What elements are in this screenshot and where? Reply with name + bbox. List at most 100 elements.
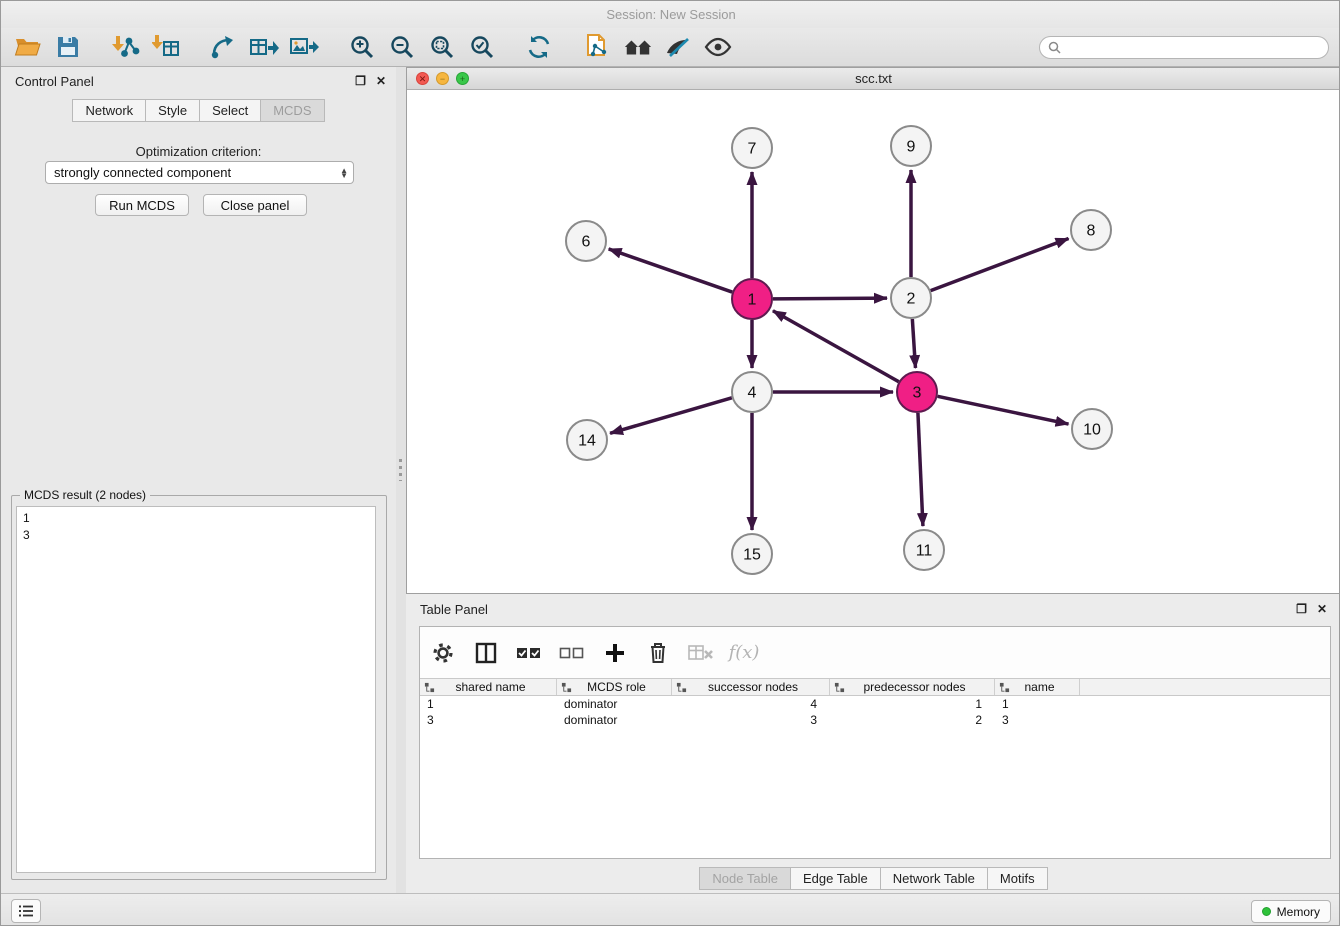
edge-3-11[interactable] <box>918 413 923 526</box>
tab-select[interactable]: Select <box>200 99 261 122</box>
node-label-8: 8 <box>1087 223 1096 240</box>
zoom-selected-icon[interactable] <box>467 32 497 62</box>
task-history-button[interactable] <box>11 899 41 923</box>
chevron-updown-icon: ▲▼ <box>340 168 348 178</box>
export-image-icon[interactable] <box>289 32 319 62</box>
memory-button[interactable]: Memory <box>1251 900 1331 923</box>
import-table-icon[interactable] <box>151 32 181 62</box>
tab-network-table[interactable]: Network Table <box>881 867 988 890</box>
control-panel-tabs: Network Style Select MCDS <box>1 99 396 122</box>
network-view-window: scc.txt ✕ − + 7968124310141511 <box>406 67 1340 594</box>
window-title: Session: New Session <box>606 7 735 22</box>
zoom-fit-icon[interactable] <box>427 32 457 62</box>
node-label-1: 1 <box>748 292 757 309</box>
new-network-icon[interactable] <box>209 32 239 62</box>
close-panel-icon[interactable]: ✕ <box>376 74 386 88</box>
maximize-window-icon[interactable]: + <box>456 72 469 85</box>
graphics-details-icon[interactable] <box>663 32 693 62</box>
tab-mcds[interactable]: MCDS <box>261 99 324 122</box>
import-network-icon[interactable] <box>111 32 141 62</box>
column-type-icon <box>676 682 687 693</box>
table-settings-icon[interactable] <box>430 640 456 666</box>
show-columns-icon[interactable] <box>473 640 499 666</box>
cell-mcds-role: dominator <box>557 712 672 728</box>
tab-edge-table[interactable]: Edge Table <box>791 867 881 890</box>
network-window-titlebar[interactable]: scc.txt ✕ − + <box>407 68 1340 90</box>
edge-3-1[interactable] <box>773 311 899 382</box>
result-item: 3 <box>23 527 369 544</box>
home-icon[interactable] <box>623 32 653 62</box>
select-all-columns-icon[interactable] <box>516 640 542 666</box>
open-session-icon[interactable] <box>13 32 43 62</box>
column-header-name[interactable]: name <box>995 679 1080 695</box>
tab-node-table[interactable]: Node Table <box>699 867 791 890</box>
table-header-row: shared name MCDS role successor nodes pr… <box>420 678 1330 696</box>
zoom-in-icon[interactable] <box>347 32 377 62</box>
close-window-icon[interactable]: ✕ <box>416 72 429 85</box>
network-graph[interactable]: 7968124310141511 <box>407 90 1340 593</box>
edge-1-2[interactable] <box>773 298 887 299</box>
refresh-icon[interactable] <box>525 32 555 62</box>
node-label-4: 4 <box>748 385 757 402</box>
float-panel-icon[interactable]: ❐ <box>355 74 366 88</box>
result-item: 1 <box>23 510 369 527</box>
column-header-successor-nodes[interactable]: successor nodes <box>672 679 830 695</box>
eye-icon[interactable] <box>703 32 733 62</box>
search-box <box>1039 36 1329 59</box>
column-type-icon <box>834 682 845 693</box>
vertical-splitter[interactable] <box>396 67 406 893</box>
save-session-icon[interactable] <box>53 32 83 62</box>
function-builder-icon: f(x) <box>731 640 757 666</box>
close-table-panel-icon[interactable]: ✕ <box>1317 602 1327 616</box>
network-canvas[interactable]: 7968124310141511 <box>407 90 1340 593</box>
run-mcds-button[interactable]: Run MCDS <box>95 194 189 216</box>
table-row[interactable]: 3 dominator 3 2 3 <box>420 712 1330 728</box>
column-header-mcds-role[interactable]: MCDS role <box>557 679 672 695</box>
close-panel-button[interactable]: Close panel <box>203 194 307 216</box>
column-type-icon <box>561 682 572 693</box>
edge-1-6[interactable] <box>609 249 733 292</box>
tab-motifs[interactable]: Motifs <box>988 867 1048 890</box>
dropdown-value: strongly connected component <box>54 165 231 180</box>
cell-mcds-role: dominator <box>557 696 672 712</box>
control-panel: Control Panel ❐ ✕ Network Style Select M… <box>1 67 396 893</box>
edge-2-8[interactable] <box>931 238 1069 290</box>
window-titlebar[interactable]: Session: New Session <box>1 1 1340 28</box>
node-label-9: 9 <box>907 139 916 156</box>
minimize-window-icon[interactable]: − <box>436 72 449 85</box>
cell-successor-nodes: 3 <box>672 712 830 728</box>
export-view-icon[interactable] <box>583 32 613 62</box>
edge-4-14[interactable] <box>610 398 732 433</box>
optimization-criterion-select[interactable]: strongly connected component ▲▼ <box>45 161 354 184</box>
delete-table-icon <box>688 640 714 666</box>
edge-2-3[interactable] <box>912 319 915 368</box>
node-table: f(x) shared name MCDS role successor nod… <box>419 626 1331 859</box>
node-label-15: 15 <box>743 547 761 564</box>
table-panel: Table Panel ❐ ✕ <box>406 596 1340 893</box>
tab-network[interactable]: Network <box>72 99 146 122</box>
cell-predecessor-nodes: 2 <box>830 712 995 728</box>
edge-3-10[interactable] <box>938 396 1069 424</box>
table-row[interactable]: 1 dominator 4 1 1 <box>420 696 1330 712</box>
tab-style[interactable]: Style <box>146 99 200 122</box>
delete-column-icon[interactable] <box>645 640 671 666</box>
memory-status-icon <box>1262 907 1271 916</box>
network-window-title: scc.txt <box>407 71 1340 86</box>
float-table-panel-icon[interactable]: ❐ <box>1296 602 1307 616</box>
mcds-result-group: MCDS result (2 nodes) 1 3 <box>11 495 387 880</box>
column-header-predecessor-nodes[interactable]: predecessor nodes <box>830 679 995 695</box>
table-panel-header: Table Panel ❐ ✕ <box>406 596 1340 622</box>
list-icon <box>18 904 34 918</box>
cell-shared-name: 1 <box>420 696 557 712</box>
node-label-2: 2 <box>907 291 916 308</box>
control-panel-title: Control Panel <box>15 74 345 89</box>
deselect-all-columns-icon[interactable] <box>559 640 585 666</box>
mcds-result-list[interactable]: 1 3 <box>16 506 376 873</box>
memory-label: Memory <box>1277 905 1320 919</box>
create-column-icon[interactable] <box>602 640 628 666</box>
column-header-shared-name[interactable]: shared name <box>420 679 557 695</box>
zoom-out-icon[interactable] <box>387 32 417 62</box>
node-label-11: 11 <box>916 543 933 560</box>
search-input[interactable] <box>1066 41 1320 55</box>
export-table-icon[interactable] <box>249 32 279 62</box>
